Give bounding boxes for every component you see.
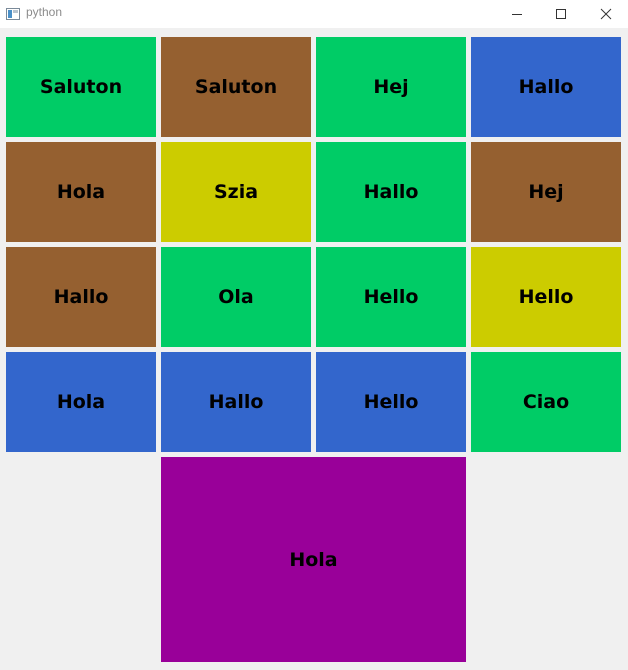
grid-tile[interactable]: Hallo xyxy=(161,352,311,452)
grid-tile[interactable]: Saluton xyxy=(6,37,156,137)
grid-tile[interactable]: Ola xyxy=(161,247,311,347)
tile-label: Ola xyxy=(218,286,254,308)
tile-label: Hola xyxy=(56,391,106,413)
grid-tile[interactable]: Hallo xyxy=(316,142,466,242)
tile-label: Hola xyxy=(289,548,338,571)
grid-tile[interactable]: Hello xyxy=(471,247,621,347)
grid-tile[interactable]: Ciao xyxy=(471,352,621,452)
grid-tile[interactable]: Hallo xyxy=(6,247,156,347)
tile-label: Saluton xyxy=(194,76,278,98)
tile-label: Hello xyxy=(363,286,419,308)
maximize-icon xyxy=(555,5,567,24)
python-app-icon xyxy=(6,6,20,20)
tile-label: Hola xyxy=(56,181,106,203)
grid-tile[interactable]: Hola xyxy=(6,142,156,242)
large-tile[interactable]: Hola xyxy=(161,457,466,662)
grid-tile[interactable]: Hola xyxy=(6,352,156,452)
grid-tile[interactable]: Hallo xyxy=(471,37,621,137)
close-icon xyxy=(600,5,612,24)
tile-label: Saluton xyxy=(39,76,123,98)
tile-label: Hallo xyxy=(518,76,574,98)
window-title: python xyxy=(26,5,63,19)
tile-label: Hej xyxy=(373,76,409,98)
tile-label: Hallo xyxy=(208,391,264,413)
tile-label: Ciao xyxy=(522,391,570,413)
maximize-button[interactable] xyxy=(538,0,584,28)
tile-label: Szia xyxy=(213,181,259,203)
tile-label: Hallo xyxy=(363,181,419,203)
tile-label: Hello xyxy=(518,286,574,308)
app-window: python Saluton Saluton Hej Hallo Hola Sz… xyxy=(0,0,628,670)
close-button[interactable] xyxy=(583,0,628,28)
grid-tile[interactable]: Szia xyxy=(161,142,311,242)
grid-tile[interactable]: Hej xyxy=(316,37,466,137)
tile-label: Hallo xyxy=(53,286,109,308)
grid-tile[interactable]: Hello xyxy=(316,352,466,452)
grid-tile[interactable]: Saluton xyxy=(161,37,311,137)
tile-label: Hej xyxy=(528,181,564,203)
grid-tile[interactable]: Hello xyxy=(316,247,466,347)
minimize-icon xyxy=(511,5,523,24)
grid-tile[interactable]: Hej xyxy=(471,142,621,242)
title-bar[interactable]: python xyxy=(0,0,628,28)
minimize-button[interactable] xyxy=(494,0,540,28)
tile-label: Hello xyxy=(363,391,419,413)
